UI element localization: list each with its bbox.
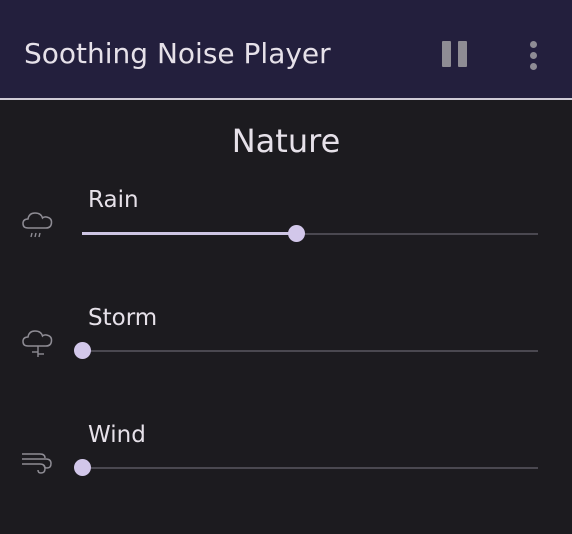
slider-track (82, 467, 538, 469)
pause-button[interactable] (436, 38, 476, 70)
storm-cloud-icon (22, 330, 53, 357)
wind-icon (22, 453, 52, 474)
volume-slider-rain[interactable] (82, 223, 538, 245)
pause-bar-left (442, 41, 451, 67)
rain-cloud-icon (22, 212, 53, 238)
sound-row-rain: Rain (0, 186, 572, 276)
pause-bar-right (458, 41, 467, 67)
slider-thumb[interactable] (74, 459, 91, 476)
slider-active-track (82, 232, 296, 235)
slider-thumb[interactable] (74, 342, 91, 359)
sound-row-storm: Storm (0, 304, 572, 394)
top-app-bar: Soothing Noise Player (0, 0, 572, 100)
sound-label: Rain (88, 187, 139, 213)
slider-thumb[interactable] (288, 225, 305, 242)
app-title: Soothing Noise Player (24, 37, 331, 70)
sound-label: Storm (88, 305, 158, 331)
overflow-menu-button[interactable] (520, 38, 548, 72)
sound-row-wind: Wind (0, 421, 572, 511)
app-root: Soothing Noise Player Nature Rain Storm … (0, 0, 572, 534)
menu-dot (530, 52, 537, 59)
volume-slider-storm[interactable] (74, 340, 538, 362)
volume-slider-wind[interactable] (74, 457, 538, 479)
section-title: Nature (231, 122, 341, 160)
slider-track (82, 350, 538, 352)
menu-dot (530, 63, 537, 70)
menu-dot (530, 41, 537, 48)
sound-label: Wind (88, 422, 146, 448)
